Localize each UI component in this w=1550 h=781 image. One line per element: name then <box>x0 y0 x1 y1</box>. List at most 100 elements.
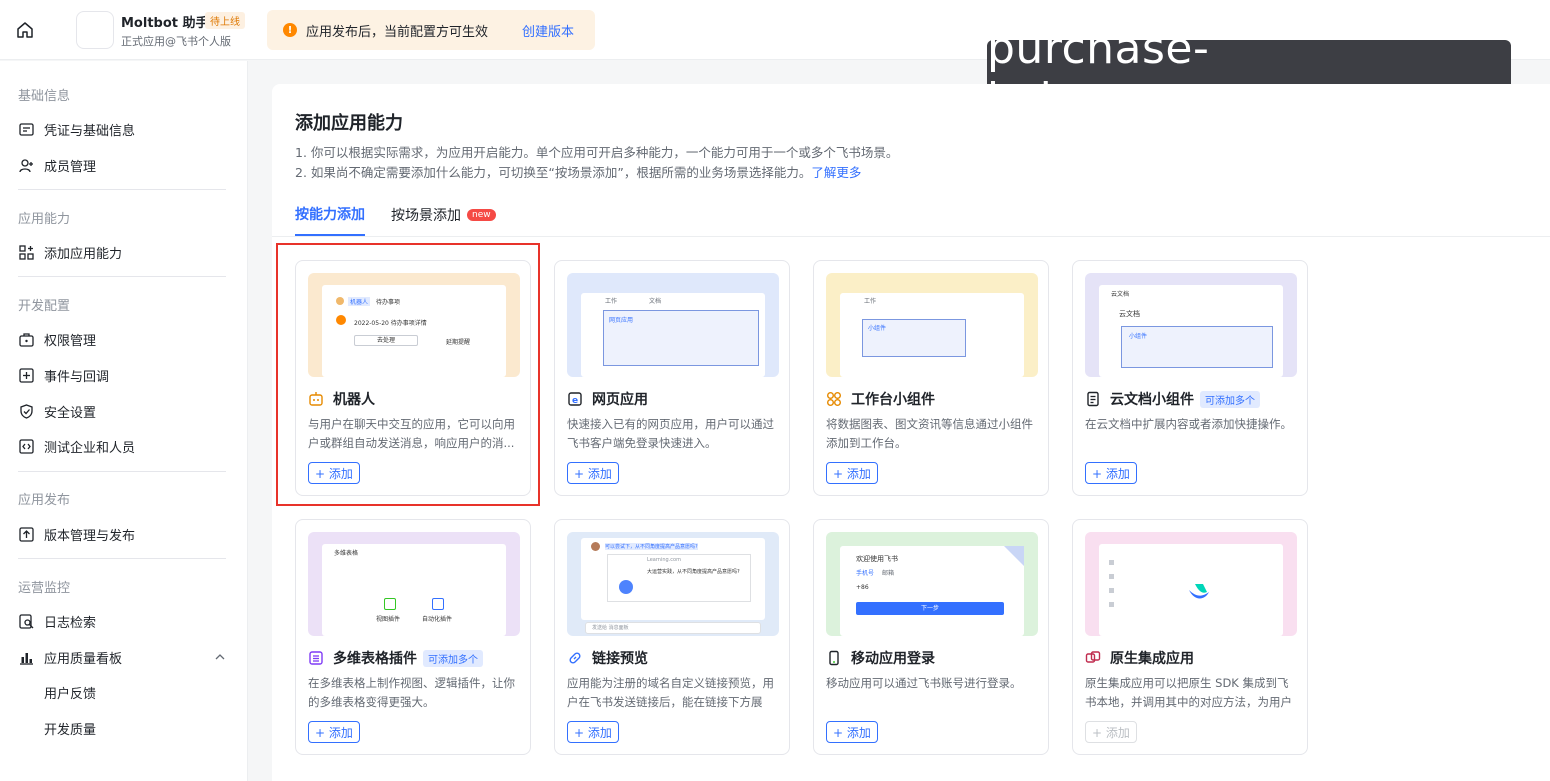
multi-add-tag: 可添加多个 <box>1200 390 1260 408</box>
sidebar-item-label: 日志检索 <box>44 616 97 631</box>
sidebar-item-quality[interactable]: 应用质量看板 <box>18 648 122 667</box>
sidebar-item-dev-quality[interactable]: 开发质量 <box>44 719 96 738</box>
preview-code: +86 <box>856 584 869 591</box>
create-version-link[interactable]: 创建版本 <box>522 21 574 40</box>
card-title: 原生集成应用 <box>1085 648 1194 668</box>
sidebar: 基础信息 凭证与基础信息 成员管理 应用能力 添加应用能力 开发配置 权限管理 … <box>0 61 248 781</box>
card-title-text: 多维表格插件 <box>333 651 417 667</box>
svg-text:e: e <box>572 396 578 406</box>
card-title-text: 云文档小组件 <box>1110 392 1194 408</box>
sidebar-item-credentials[interactable]: 凭证与基础信息 <box>18 120 135 139</box>
feishu-logo-icon <box>1189 584 1209 599</box>
add-button[interactable]: + 添加 <box>1085 462 1137 484</box>
sidebar-item-label: 凭证与基础信息 <box>44 124 136 139</box>
preview-title: 欢迎使用飞书 <box>856 555 898 563</box>
preview-title: 云文档 <box>1111 291 1130 298</box>
id-card-icon <box>18 122 34 138</box>
mobile-icon <box>826 650 842 666</box>
capability-card-doc-widget[interactable]: 云文档 云文档 小组件 云文档小组件 可添加多个 在云文档中扩展内容或者添加快捷… <box>1072 260 1308 496</box>
card-title: 工作台小组件 <box>826 389 935 409</box>
sidebar-group-ops: 运营监控 <box>18 581 71 596</box>
app-subtitle: 正式应用@飞书个人版 <box>121 35 231 48</box>
add-button[interactable]: + 添加 <box>826 721 878 743</box>
add-button[interactable]: + 添加 <box>826 462 878 484</box>
tab-by-scenario[interactable]: 按场景添加 new <box>391 204 496 236</box>
web-app-icon: e <box>567 391 583 407</box>
card-preview: 可以尝试下，从不同角度提高产品意愿吗? Learning.com 大运营实践，从… <box>567 532 779 636</box>
home-icon[interactable] <box>14 19 36 41</box>
card-preview: 工作 小组件 <box>826 273 1038 377</box>
add-button[interactable]: + 添加 <box>308 462 360 484</box>
sidebar-item-events[interactable]: 事件与回调 <box>18 366 109 385</box>
card-title: 链接预览 <box>567 648 648 668</box>
card-title: e 网页应用 <box>567 389 648 409</box>
tabs-divider <box>272 236 1550 237</box>
card-title-text: 工作台小组件 <box>851 392 935 408</box>
add-button[interactable]: + 添加 <box>308 721 360 743</box>
learn-more-link[interactable]: 了解更多 <box>811 165 861 180</box>
side-dot <box>1109 574 1114 579</box>
add-user-icon <box>18 158 34 174</box>
card-title: 云文档小组件 可添加多个 <box>1085 389 1260 409</box>
sidebar-item-feedback[interactable]: 用户反馈 <box>44 683 96 702</box>
widget-icon <box>826 391 842 407</box>
sidebar-item-security[interactable]: 安全设置 <box>18 402 96 421</box>
bar-chart-icon <box>18 650 34 666</box>
preview-label: 小组件 <box>868 325 887 332</box>
capability-card-native-app[interactable]: 原生集成应用 原生集成应用可以把原生 SDK 集成到飞书本地，并调用其中的对应方… <box>1072 519 1308 755</box>
card-title-text: 网页应用 <box>592 392 648 408</box>
view-plugin-icon <box>384 598 396 610</box>
preview-btn2: 延期提醒 <box>446 339 471 346</box>
capability-card-mobile-login[interactable]: 欢迎使用飞书 手机号 邮箱 +86 下一步 移动应用登录 移动应用可以通过飞书账… <box>813 519 1049 755</box>
card-title: 移动应用登录 <box>826 648 935 668</box>
page-title: 添加应用能力 <box>295 113 403 134</box>
card-description: 将数据图表、图文资讯等信息通过小组件添加到工作台。 <box>826 417 1033 450</box>
click-indicator <box>619 580 633 594</box>
briefcase-icon <box>18 332 34 348</box>
tab-by-capability[interactable]: 按能力添加 <box>295 204 365 236</box>
sidebar-group-basic: 基础信息 <box>18 89 71 104</box>
capability-card-web-app[interactable]: 工作 文档 网页应用 e 网页应用 快速接入已有的网页应用，用户可以通过飞书客户… <box>554 260 790 496</box>
preview-tab1: 工作 <box>605 298 618 305</box>
top-header: Moltbot 助手 待上线 正式应用@飞书个人版 ! 应用发布后，当前配置方可… <box>0 0 1550 125</box>
app-avatar <box>76 11 114 49</box>
card-description: 与用户在聊天中交互的应用，它可以向用户或群组自动发送消息，响应用户的消... <box>308 417 515 450</box>
sidebar-item-members[interactable]: 成员管理 <box>18 156 96 175</box>
sidebar-item-versions[interactable]: 版本管理与发布 <box>18 525 135 544</box>
link-icon <box>567 650 583 666</box>
tab-label: 按能力添加 <box>295 207 365 223</box>
preview-tab2: 邮箱 <box>882 570 895 577</box>
preview-card-text: 大运营实践，从不同角度提高产品意愿吗? <box>647 569 740 575</box>
native-app-icon <box>1085 650 1101 666</box>
code-box-icon <box>18 439 34 455</box>
sidebar-item-label: 权限管理 <box>44 334 97 349</box>
description-line-2: 2. 如果尚不确定需要添加什么能力，可切换至“按场景添加”，根据所需的业务场景选… <box>295 162 861 181</box>
card-preview: 工作 文档 网页应用 <box>567 273 779 377</box>
sidebar-item-add-capability[interactable]: 添加应用能力 <box>18 243 122 262</box>
side-dot <box>1109 602 1114 607</box>
description-text: 2. 如果尚不确定需要添加什么能力，可切换至“按场景添加”，根据所需的业务场景选… <box>295 165 812 180</box>
sidebar-group-capability: 应用能力 <box>18 212 71 227</box>
sidebar-item-label: 安全设置 <box>44 406 97 421</box>
capability-card-bitable-plugin[interactable]: 多维表格 视图插件 自动化插件 多维表格插件 可添加多个 在多维表格上制作视图、… <box>295 519 531 755</box>
capability-card-link-preview[interactable]: 可以尝试下，从不同角度提高产品意愿吗? Learning.com 大运营实践，从… <box>554 519 790 755</box>
add-button[interactable]: + 添加 <box>567 462 619 484</box>
capability-card-workbench-widget[interactable]: 工作 小组件 工作台小组件 将数据图表、图文资讯等信息通过小组件添加到工作台。 … <box>813 260 1049 496</box>
sidebar-item-logs[interactable]: 日志检索 <box>18 612 96 631</box>
auto-plugin-icon <box>432 598 444 610</box>
sidebar-item-test-org[interactable]: 测试企业和人员 <box>18 437 135 456</box>
preview-plugin2: 自动化插件 <box>422 616 453 623</box>
chevron-up-icon[interactable] <box>214 651 226 663</box>
card-title-text: 原生集成应用 <box>1110 651 1194 667</box>
add-button[interactable]: + 添加 <box>567 721 619 743</box>
bitable-icon <box>308 650 324 666</box>
shield-icon <box>18 404 34 420</box>
sidebar-item-permissions[interactable]: 权限管理 <box>18 330 96 349</box>
preview-window <box>322 544 506 636</box>
app-status-badge: 待上线 <box>205 12 245 29</box>
preview-label: 网页应用 <box>609 317 634 324</box>
multi-add-tag: 可添加多个 <box>423 649 483 667</box>
card-title-text: 链接预览 <box>592 651 648 667</box>
preview-btn: 下一步 <box>856 602 1004 615</box>
capability-card-robot[interactable]: 机器人 待办事项 2022-05-20 待办事项详情 去处理 延期提醒 机器人 … <box>295 260 531 496</box>
